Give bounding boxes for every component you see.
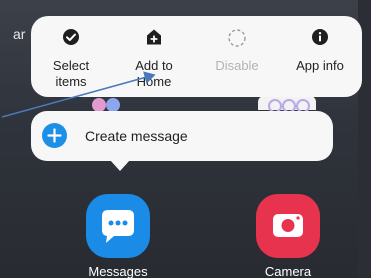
popup-pointer xyxy=(110,160,130,171)
info-circle-icon xyxy=(311,28,329,51)
chat-bubble-icon xyxy=(86,194,150,258)
disable-label: Disable xyxy=(215,58,259,73)
app-context-menu: Select items Add to Home Disable App inf… xyxy=(31,16,362,97)
messages-app-label: Messages xyxy=(88,264,148,279)
camera-icon xyxy=(256,194,320,258)
camera-app[interactable]: Camera xyxy=(252,194,324,279)
create-message-label: Create message xyxy=(85,128,188,144)
peeking-app-icon xyxy=(258,96,316,113)
plus-circle-icon xyxy=(42,123,67,148)
select-items-label: Select items xyxy=(52,58,90,89)
peeking-app-icon xyxy=(92,96,128,112)
disable-option[interactable]: Disable xyxy=(201,16,273,97)
dashed-circle-icon xyxy=(227,28,247,53)
messages-app[interactable]: Messages xyxy=(82,194,154,279)
camera-app-label: Camera xyxy=(264,264,312,279)
background-text: ar xyxy=(13,26,26,42)
add-to-home-label: Add to Home xyxy=(135,58,173,89)
app-info-option[interactable]: App info xyxy=(283,16,357,97)
create-message-shortcut[interactable]: Create message xyxy=(31,111,333,161)
check-circle-icon xyxy=(62,28,80,51)
home-screen: ar Select items Add to Home Disable App … xyxy=(0,0,371,279)
app-info-label: App info xyxy=(296,58,344,73)
add-home-icon xyxy=(145,28,163,51)
select-items-option[interactable]: Select items xyxy=(37,16,105,97)
add-to-home-option[interactable]: Add to Home xyxy=(119,16,189,97)
